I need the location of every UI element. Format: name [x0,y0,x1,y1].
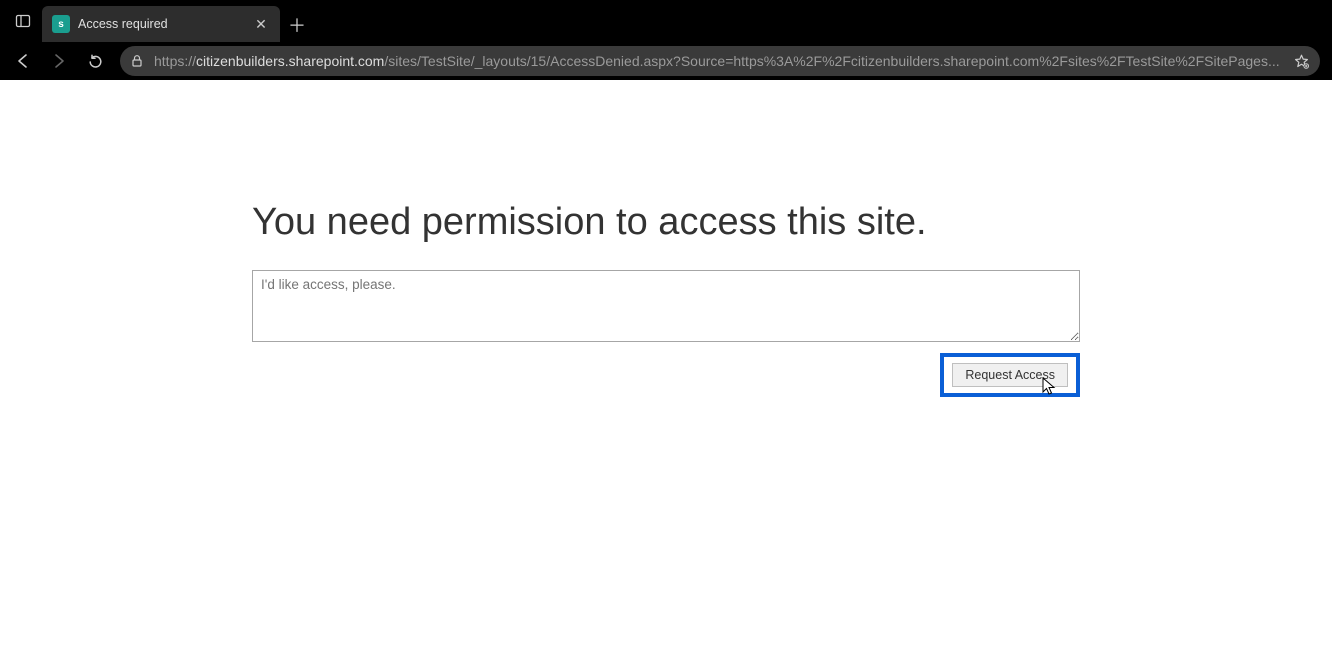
forward-button[interactable] [42,46,76,76]
address-bar[interactable]: https://citizenbuilders.sharepoint.com/s… [120,46,1320,76]
url-text: https://citizenbuilders.sharepoint.com/s… [154,53,1283,69]
sharepoint-favicon: s [52,15,70,33]
back-button[interactable] [6,46,40,76]
access-message-input[interactable] [252,270,1080,342]
favorite-icon[interactable] [1293,53,1310,70]
new-tab-button[interactable]: ＋ [280,8,314,42]
lock-icon [130,54,144,68]
highlight-annotation: Request Access [940,353,1080,397]
refresh-button[interactable] [78,46,112,76]
page-content: You need permission to access this site.… [0,80,1332,668]
tab-title: Access required [78,17,244,31]
browser-tab[interactable]: s Access required ✕ [42,6,280,42]
request-access-button[interactable]: Request Access [952,363,1068,387]
page-heading: You need permission to access this site. [252,200,1080,246]
tab-actions-button[interactable] [8,6,38,36]
close-tab-icon[interactable]: ✕ [252,16,270,33]
